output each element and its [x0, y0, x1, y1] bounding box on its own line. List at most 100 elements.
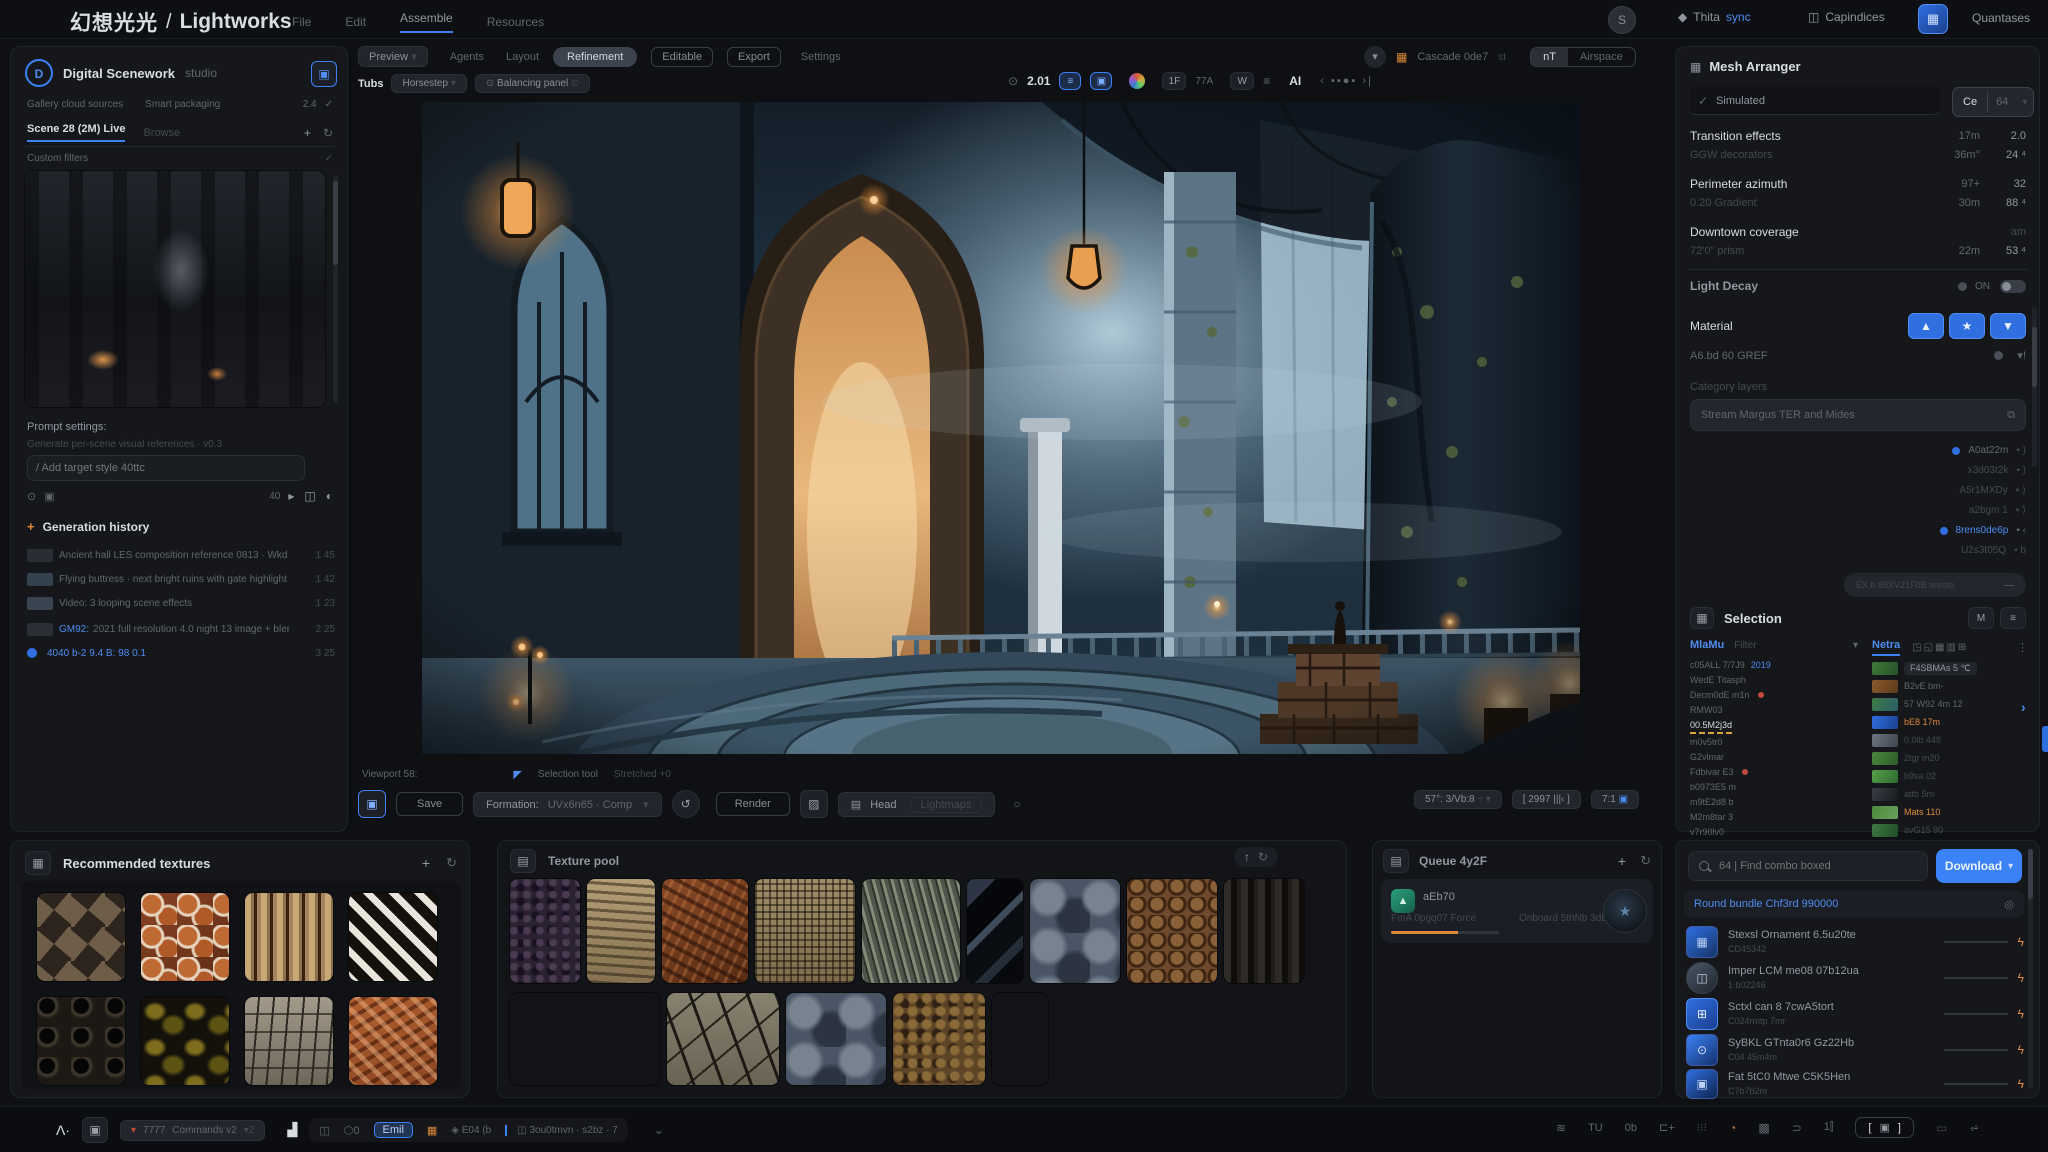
wireframe-button[interactable]: W — [1230, 72, 1254, 90]
thumb-row[interactable]: 2tgr m20 — [1872, 749, 2030, 767]
inspector-search[interactable]: ✓ Simulated — [1690, 87, 1940, 115]
view-segmented[interactable]: nT Airspace — [1530, 47, 1636, 67]
stats-icon[interactable]: ▟ — [287, 1122, 297, 1138]
lock-icon[interactable]: ▪ b — [2014, 545, 2026, 556]
pool-tile-tan-fur[interactable] — [587, 879, 655, 983]
pool-tile-charcoal-bark[interactable] — [1224, 879, 1304, 983]
asset-row[interactable]: m9tE2d8 b — [1690, 794, 1860, 809]
pool-tile-stone-grey[interactable] — [786, 993, 886, 1085]
asset-row[interactable]: c05ALL 7/7J92019 — [1690, 657, 1860, 672]
zoom-lock-button[interactable]: ▣ — [1090, 72, 1112, 90]
stream-field[interactable]: Stream Margus TER and Mides ⧉ — [1690, 399, 2026, 431]
mail-icon[interactable]: ◫ — [304, 489, 315, 503]
scale-pill[interactable]: 57°: 3/Vb:8 ÷ ▾ — [1414, 790, 1502, 809]
dock-hex-icon[interactable]: ⬡0 — [344, 1124, 360, 1137]
texture-tile-grey-cracked[interactable] — [245, 997, 333, 1085]
shuffle-icon[interactable]: ↻ — [1258, 850, 1268, 864]
downloads-search-input[interactable] — [1717, 859, 1911, 873]
tab-agents[interactable]: Agents — [450, 51, 484, 63]
loop-icon[interactable]: ○ — [1013, 797, 1020, 811]
lambda-icon[interactable]: Λ· — [56, 1122, 70, 1138]
bundle-link-row[interactable]: Round bundle Chf3rd 990000 ◎ — [1684, 891, 2024, 917]
pool-tile-snake-pebble[interactable] — [992, 993, 1048, 1085]
flag-row[interactable]: a2bgm 1 ▪ ⟩ — [1826, 505, 2026, 516]
pool-tile-brown-gravel[interactable] — [893, 993, 985, 1085]
thumb-row[interactable]: avG15 90 — [1872, 821, 2030, 839]
topbar-ops[interactable]: Quantases — [1972, 11, 2030, 25]
history-row[interactable]: 4040 b-2 9.4 B: 98 0.1 3 25 — [27, 643, 335, 663]
prompt-input[interactable] — [27, 455, 305, 481]
timeline-scrubber[interactable]: ‹ ▪▪●▪ ›| — [1320, 75, 1373, 87]
scene-canvas[interactable] — [422, 102, 1580, 754]
pool-tile-woven-tan[interactable] — [755, 879, 855, 983]
thumb-row[interactable]: attb 5m — [1872, 785, 2030, 803]
bolt-icon[interactable]: ϟ — [2018, 1077, 2024, 1091]
prop-value-1[interactable]: am — [2011, 226, 2026, 238]
horsestep-pill[interactable]: Horsestep ▾ — [391, 74, 466, 93]
lock-icon[interactable]: ▪ ⟩ — [2016, 505, 2026, 516]
history-row[interactable]: GM92: 2021 full resolution 4.0 night 13 … — [27, 619, 335, 639]
prop-label[interactable]: Downtown coverage — [1690, 225, 1799, 239]
prop-sub-label[interactable]: GGW decorators — [1690, 149, 1773, 161]
prompt-image-icon[interactable]: ▣ — [44, 490, 54, 503]
flag-row[interactable]: 8rens0de6p ▪ ‹ — [1826, 525, 2026, 536]
add-icon[interactable]: + — [304, 126, 311, 140]
selection-m-button[interactable]: M — [1968, 607, 1994, 629]
mode-b[interactable]: 64 — [1987, 91, 2016, 113]
ratio-pill[interactable]: 7:1 ▣ — [1591, 790, 1639, 809]
flip-button[interactable]: ▨ — [800, 790, 828, 818]
export-icon[interactable]: ⊏+ — [1659, 1121, 1675, 1134]
bolt-icon[interactable]: ϟ — [2018, 1043, 2024, 1057]
thumb-row[interactable]: 0.0lb 448 — [1872, 731, 2030, 749]
layers-count-icon[interactable]: 1⫿ — [1824, 1121, 1834, 1134]
chevron-down-icon[interactable]: ▾ — [1853, 640, 1858, 651]
cascade-label[interactable]: Cascade 0de7 — [1417, 51, 1488, 63]
prop-sub-value-1[interactable]: 22m — [1959, 245, 1980, 257]
texture-tile-stone-checker[interactable] — [37, 893, 125, 981]
color-wheel-icon[interactable] — [1129, 73, 1145, 89]
lock-icon[interactable]: ▪ ‹ — [2016, 525, 2026, 536]
tu-icon[interactable]: TU — [1588, 1122, 1603, 1134]
tab-layout[interactable]: Layout — [506, 51, 539, 63]
menu-resources[interactable]: Resources — [487, 15, 544, 29]
tab-scene-live[interactable]: Scene 28 (2M) Live — [27, 123, 125, 142]
head-group[interactable]: ▤ Head Lightmaps — [838, 792, 996, 817]
meta-check-icon[interactable]: ✓ — [325, 99, 333, 110]
prop-value-2[interactable]: 2.0 — [1980, 130, 2026, 142]
expand-chevron-icon[interactable]: ⌄ — [654, 1123, 664, 1137]
list-icon[interactable]: ≡ — [1263, 74, 1270, 88]
asset-row[interactable]: M2m8tar 3 — [1690, 809, 1860, 824]
pool-tile-grey-crack-rock[interactable] — [667, 993, 779, 1085]
material-mid-button[interactable]: ★ — [1949, 313, 1985, 339]
pool-tile-bark-planks[interactable] — [510, 993, 660, 1085]
selection-list-button[interactable]: ≡ — [2000, 607, 2026, 629]
bundle-link[interactable]: Round bundle Chf3rd 990000 — [1694, 898, 1838, 910]
prop-sub-value-1[interactable]: 36m° — [1954, 149, 1980, 161]
prop-value-2[interactable]: 32 — [1980, 178, 2026, 190]
sort-up-icon[interactable]: ↑ — [1244, 850, 1250, 864]
lock-icon[interactable]: ▪ ) — [2016, 465, 2026, 476]
prop-sub-value-2[interactable]: 88 ⁴ — [1980, 197, 2026, 209]
bolt-icon[interactable]: ϟ — [2018, 935, 2024, 949]
pool-tile-blue-rock[interactable] — [1030, 879, 1120, 983]
texture-tile-bark-stripes[interactable] — [245, 893, 333, 981]
flag-row[interactable]: x3d03t2k ▪ ) — [1826, 465, 2026, 476]
history-row[interactable]: Flying buttress · next bright ruins with… — [27, 569, 335, 589]
decay-toggle[interactable] — [2000, 280, 2026, 293]
save-button[interactable]: Save — [396, 792, 463, 816]
flag-row[interactable]: U2s3t05Q ▪ b — [1826, 545, 2026, 556]
balancing-pill[interactable]: ⊙ Balancing panel ⊙ — [475, 74, 591, 93]
thumb-row[interactable]: b9sa 02 — [1872, 767, 2030, 785]
downloads-scrollbar[interactable] — [2028, 849, 2033, 1089]
material-down-button[interactable]: ▼ — [1990, 313, 2026, 339]
prompt-settings-icon[interactable]: ⊙ — [27, 490, 36, 503]
refresh-icon[interactable]: ↻ — [323, 126, 333, 140]
tab-settings[interactable]: Settings — [801, 51, 841, 63]
send-icon[interactable]: ▸ — [288, 489, 294, 503]
prop-sub-value-1[interactable]: 30m — [1959, 197, 1980, 209]
prop-sub-label[interactable]: 0.20 Gradient — [1690, 197, 1757, 209]
queue-add-icon[interactable]: + — [1618, 853, 1626, 869]
lock-icon[interactable]: ▪ ) — [2016, 445, 2026, 456]
user-avatar[interactable]: S — [1608, 6, 1636, 34]
asset-row[interactable]: G2vlmar — [1690, 749, 1860, 764]
